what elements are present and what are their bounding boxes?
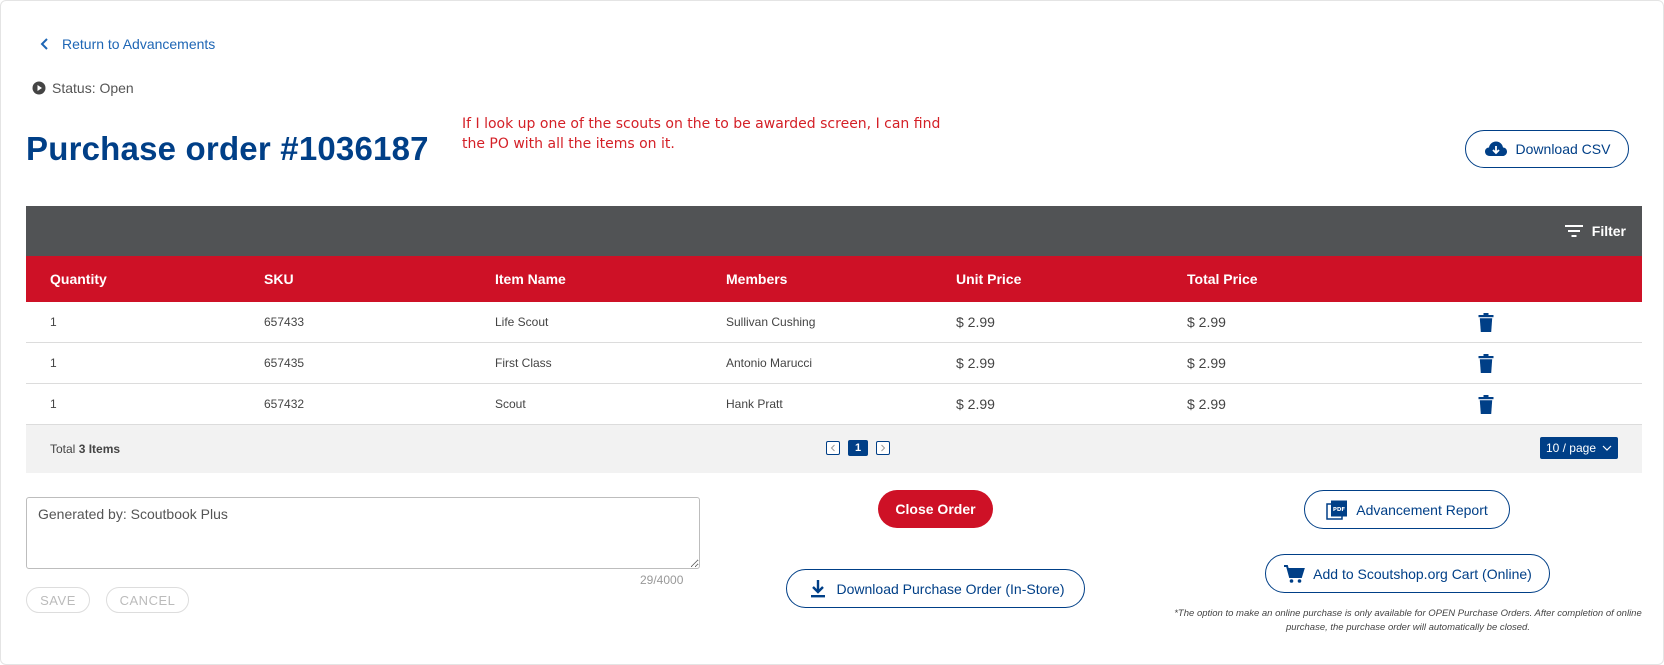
pdf-icon: PDF [1326, 500, 1348, 520]
svg-text:PDF: PDF [1333, 507, 1346, 513]
return-to-advancements-link[interactable]: Return to Advancements [38, 36, 215, 52]
add-to-cart-button[interactable]: Add to Scoutshop.org Cart (Online) [1265, 554, 1550, 593]
cell-sku: 657432 [264, 397, 305, 411]
filter-button[interactable]: Filter [1564, 223, 1626, 239]
save-button[interactable]: SAVE [26, 587, 90, 613]
cell-item-name: First Class [495, 356, 552, 370]
table-row: 1 657432 Scout Hank Pratt $ 2.99 $ 2.99 [26, 384, 1642, 425]
current-page[interactable]: 1 [848, 440, 868, 456]
download-icon [810, 579, 825, 597]
cell-members: Hank Pratt [726, 397, 783, 411]
cell-unit-price: $ 2.99 [956, 355, 995, 371]
status-indicator: Status: Open [32, 80, 134, 96]
back-link-label: Return to Advancements [62, 36, 216, 52]
cell-actions [1478, 312, 1642, 332]
col-total-price[interactable]: Total Price [1163, 271, 1478, 287]
col-quantity[interactable]: Quantity [26, 271, 240, 287]
col-item-name[interactable]: Item Name [471, 271, 702, 287]
cell-quantity: 1 [50, 315, 57, 329]
download-csv-button[interactable]: Download CSV [1465, 130, 1629, 168]
filter-label: Filter [1591, 223, 1626, 239]
table-header: Quantity SKU Item Name Members Unit Pric… [26, 256, 1642, 302]
cell-quantity: 1 [50, 356, 57, 370]
page-title: Purchase order #1036187 [26, 130, 429, 167]
table-row: 1 657435 First Class Antonio Marucci $ 2… [26, 343, 1642, 384]
chevron-down-icon [1602, 445, 1612, 451]
page-size-select[interactable]: 10 / page [1539, 437, 1618, 459]
table-toolbar: Filter [26, 206, 1642, 256]
trash-icon[interactable] [1478, 394, 1494, 414]
col-unit-price[interactable]: Unit Price [932, 271, 1163, 287]
col-members[interactable]: Members [702, 271, 932, 287]
advancement-report-label: Advancement Report [1356, 501, 1488, 518]
filter-icon [1564, 225, 1583, 237]
page-size-value: 10 / page [1545, 441, 1596, 455]
cell-members: Sullivan Cushing [726, 315, 816, 329]
cell-total-price: $ 2.99 [1187, 396, 1226, 412]
add-to-cart-label: Add to Scoutshop.org Cart (Online) [1313, 565, 1532, 582]
total-items: Total 3 Items [26, 442, 120, 456]
cell-total-price: $ 2.99 [1187, 355, 1226, 371]
cell-sku: 657433 [264, 315, 305, 329]
cancel-button[interactable]: CANCEL [106, 587, 189, 613]
character-counter: 29/4000 [640, 573, 684, 587]
total-count: 3 Items [78, 442, 121, 456]
next-page-button[interactable] [876, 441, 890, 455]
cell-actions [1478, 353, 1642, 373]
chevron-right-icon [881, 444, 886, 452]
cell-unit-price: $ 2.99 [956, 314, 995, 330]
trash-icon[interactable] [1478, 312, 1494, 332]
online-purchase-disclaimer: *The option to make an online purchase i… [1174, 608, 1642, 633]
advancement-report-button[interactable]: PDF Advancement Report [1304, 490, 1510, 529]
trash-icon[interactable] [1478, 353, 1494, 373]
status-text: Status: Open [52, 80, 134, 96]
cell-item-name: Scout [495, 397, 526, 411]
cloud-download-icon [1484, 141, 1507, 156]
cell-members: Antonio Marucci [726, 356, 813, 370]
table-row: 1 657433 Life Scout Sullivan Cushing $ 2… [26, 302, 1642, 343]
play-circle-icon [32, 81, 46, 95]
download-csv-label: Download CSV [1515, 141, 1611, 157]
close-order-button[interactable]: Close Order [878, 490, 993, 528]
cell-unit-price: $ 2.99 [956, 396, 995, 412]
prev-page-button[interactable] [826, 441, 840, 455]
cart-icon [1284, 564, 1306, 583]
cell-total-price: $ 2.99 [1187, 314, 1226, 330]
cell-actions [1478, 394, 1642, 414]
cell-sku: 657435 [264, 356, 305, 370]
purchase-order-table: Filter Quantity SKU Item Name Members Un… [26, 206, 1642, 473]
download-purchase-order-button[interactable]: Download Purchase Order (In-Store) [786, 569, 1085, 608]
cell-quantity: 1 [50, 397, 57, 411]
col-sku[interactable]: SKU [240, 271, 471, 287]
table-footer: Total 3 Items 1 10 / page [26, 425, 1642, 473]
chevron-left-icon [40, 38, 48, 50]
chevron-left-icon [830, 444, 835, 452]
download-po-label: Download Purchase Order (In-Store) [836, 580, 1065, 597]
pagination: 1 [826, 440, 890, 456]
annotation-note: If I look up one of the scouts on the to… [462, 116, 941, 152]
total-prefix: Total [50, 442, 76, 456]
notes-textarea[interactable]: Generated by: Scoutbook Plus [26, 497, 700, 569]
cell-item-name: Life Scout [495, 315, 549, 329]
